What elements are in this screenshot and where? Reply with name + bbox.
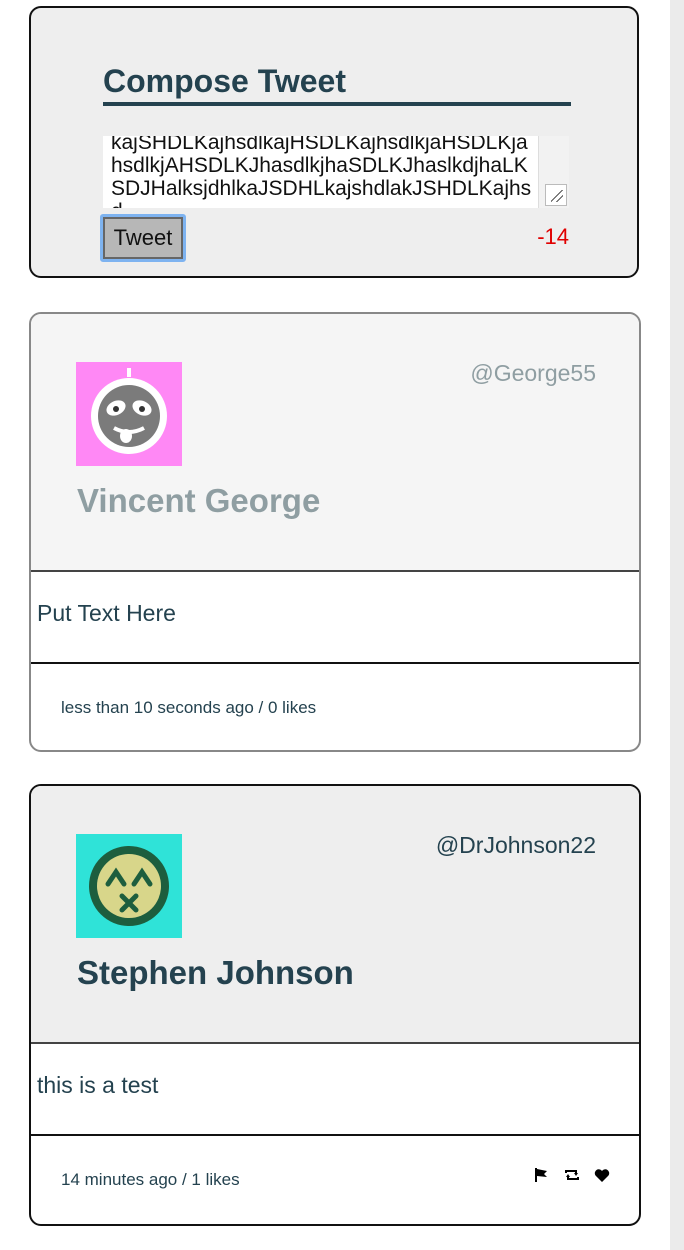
display-name[interactable]: Stephen Johnson <box>77 954 354 992</box>
tweet-header: Vincent George @George55 <box>31 314 639 570</box>
tweet-button[interactable]: Tweet <box>100 214 186 262</box>
compose-panel: Compose Tweet kajSHDLKajhsdlkajHSDLKajhs… <box>29 6 639 278</box>
page-scrollbar[interactable] <box>670 0 684 1250</box>
tweet-text: Put Text Here <box>37 600 176 626</box>
flag-icon[interactable] <box>533 1166 551 1184</box>
character-counter: -14 <box>537 224 569 249</box>
user-handle[interactable]: @George55 <box>470 360 596 387</box>
tweet-header: Stephen Johnson @DrJohnson22 <box>31 786 639 1042</box>
user-handle[interactable]: @DrJohnson22 <box>436 832 596 859</box>
silly-face-avatar-icon <box>76 362 182 466</box>
tweet-text: this is a test <box>37 1072 159 1098</box>
tweet-meta: 14 minutes ago / 1 likes <box>61 1170 240 1189</box>
display-name[interactable]: Vincent George <box>77 482 320 520</box>
dizzy-face-avatar-icon <box>76 834 182 938</box>
compose-title: Compose Tweet <box>103 62 571 106</box>
tweet-actions <box>533 1166 611 1184</box>
tweet-body: this is a test <box>31 1042 639 1136</box>
tweet-textarea-value: kajSHDLKajhsdlkajHSDLKajhsdlkjaHSDLKjahs… <box>111 136 532 208</box>
tweet-textarea[interactable]: kajSHDLKajhsdlkajHSDLKajhsdlkjaHSDLKjahs… <box>103 136 569 208</box>
tweet-meta: less than 10 seconds ago / 0 likes <box>61 698 317 717</box>
tweet-card: Vincent George @George55 Put Text Here l… <box>29 312 641 752</box>
page: Compose Tweet kajSHDLKajhsdlkajHSDLKajhs… <box>0 0 670 1250</box>
retweet-icon[interactable] <box>563 1166 581 1184</box>
tweet-body: Put Text Here <box>31 570 639 664</box>
heart-icon[interactable] <box>593 1166 611 1184</box>
textarea-resize-handle[interactable] <box>545 184 567 206</box>
tweet-card: Stephen Johnson @DrJohnson22 this is a t… <box>29 784 641 1226</box>
